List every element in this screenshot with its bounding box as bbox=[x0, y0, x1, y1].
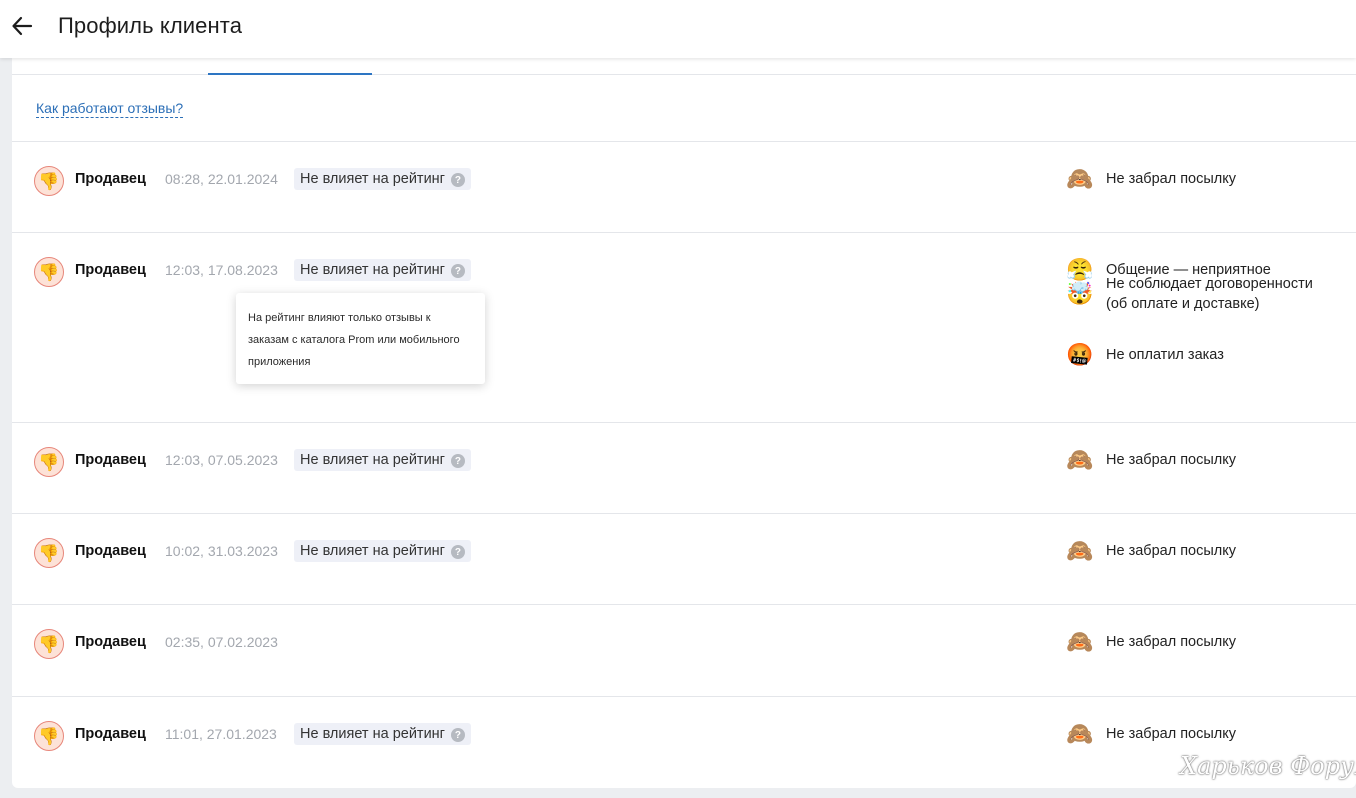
review-timestamp: 02:35, 07.02.2023 bbox=[165, 634, 278, 650]
see-no-evil-monkey-icon: 🙈 bbox=[1066, 447, 1094, 472]
app-header: Профиль клиента bbox=[0, 0, 1356, 58]
rating-status-label: Не влияет на рейтинг bbox=[300, 726, 445, 742]
question-mark-icon[interactable]: ? bbox=[450, 173, 465, 187]
see-no-evil-monkey-icon: 🙈 bbox=[1066, 538, 1094, 563]
question-mark-icon[interactable]: ? bbox=[450, 545, 465, 559]
review-timestamp: 11:01, 27.01.2023 bbox=[165, 726, 277, 742]
see-no-evil-monkey-icon: 🙈 bbox=[1066, 721, 1094, 746]
review-row: 👎 Продавец 10:02, 31.03.2023 Не влияет на р… bbox=[12, 514, 1356, 605]
tab-strip bbox=[12, 58, 1356, 75]
tab-active-indicator bbox=[208, 73, 372, 75]
question-mark-icon[interactable]: ? bbox=[450, 728, 465, 742]
review-author: Продавец bbox=[75, 543, 146, 559]
review-reason-text: Не забрал посылку bbox=[1106, 171, 1237, 187]
review-reason: 🤯 Не соблюдает договоренности (об оплате … bbox=[1066, 274, 1336, 314]
review-reason-text: Не соблюдает договоренности (об оплате и… bbox=[1106, 276, 1313, 312]
review-reason: 🤬 Не оплатил заказ bbox=[1066, 341, 1336, 369]
question-mark-icon[interactable]: ? bbox=[450, 454, 465, 468]
thumbs-down-icon: 👎 bbox=[34, 447, 64, 477]
rating-status-badge: Не влияет на рейтинг? bbox=[294, 723, 471, 745]
review-reason-text: Не забрал посылку bbox=[1106, 452, 1237, 468]
how-reviews-work-link[interactable]: Как работают отзывы? bbox=[36, 100, 184, 118]
thumbs-down-icon: 👎 bbox=[34, 629, 64, 659]
review-row: 👎 Продавец 11:01, 27.01.2023 Не влияет на р… bbox=[12, 697, 1356, 788]
review-reason-text: Не забрал посылку bbox=[1106, 543, 1237, 559]
question-mark-icon[interactable]: ? bbox=[450, 264, 465, 278]
review-row: 👎 Продавец 12:03, 17.08.2023 Не влияет на р… bbox=[12, 233, 1356, 423]
rating-status-label: Не влияет на рейтинг bbox=[300, 171, 445, 187]
review-author: Продавец bbox=[75, 634, 146, 650]
thumbs-down-icon: 👎 bbox=[34, 538, 64, 568]
back-button[interactable] bbox=[9, 13, 35, 39]
rating-tooltip: На рейтинг влияют только отзывы к заказа… bbox=[236, 293, 485, 384]
review-row: 👎 Продавец 12:03, 07.05.2023 Не влияет на р… bbox=[12, 423, 1356, 514]
see-no-evil-monkey-icon: 🙈 bbox=[1066, 629, 1094, 654]
review-row: 👎 Продавец 02:35, 07.02.2023 🙈 Не забрал пос… bbox=[12, 605, 1356, 697]
see-no-evil-monkey-icon: 🙈 bbox=[1066, 166, 1094, 191]
cursing-face-icon: 🤬 bbox=[1066, 342, 1094, 367]
rating-status-badge: Не влияет на рейтинг? bbox=[294, 259, 471, 281]
reviews-panel: Как работают отзывы? 👎 Продавец 08:28, 22.… bbox=[12, 58, 1356, 788]
review-author: Продавец bbox=[75, 452, 146, 468]
review-author: Продавец bbox=[75, 262, 146, 278]
review-reason-text: Не оплатил заказ bbox=[1106, 347, 1224, 363]
arrow-left-icon[interactable] bbox=[11, 15, 33, 37]
review-timestamp: 12:03, 07.05.2023 bbox=[165, 452, 278, 468]
review-author: Продавец bbox=[75, 726, 146, 742]
page-title: Профиль клиента bbox=[58, 13, 243, 38]
review-reason: 🙈 Не забрал посылку bbox=[1066, 628, 1336, 656]
rating-status-badge: Не влияет на рейтинг? bbox=[294, 449, 471, 471]
review-reason: 🙈 Не забрал посылку bbox=[1066, 720, 1336, 748]
exploding-head-icon: 🤯 bbox=[1066, 281, 1094, 306]
review-timestamp: 10:02, 31.03.2023 bbox=[165, 543, 278, 559]
review-row: 👎 Продавец 08:28, 22.01.2024 Не влияет на р… bbox=[12, 142, 1356, 233]
rating-status-label: Не влияет на рейтинг bbox=[300, 452, 445, 468]
review-reason: 🙈 Не забрал посылку bbox=[1066, 446, 1336, 474]
review-author: Продавец bbox=[75, 171, 146, 187]
rating-status-badge: Не влияет на рейтинг? bbox=[294, 168, 471, 190]
rating-status-badge: Не влияет на рейтинг? bbox=[294, 540, 471, 562]
thumbs-down-icon: 👎 bbox=[34, 166, 64, 196]
review-timestamp: 08:28, 22.01.2024 bbox=[165, 171, 278, 187]
review-reason-text: Не забрал посылку bbox=[1106, 726, 1237, 742]
thumbs-down-icon: 👎 bbox=[34, 257, 64, 287]
watermark-text: Харьков Форум bbox=[1180, 752, 1356, 780]
review-reason-text: Не забрал посылку bbox=[1106, 634, 1237, 650]
review-timestamp: 12:03, 17.08.2023 bbox=[165, 262, 278, 278]
rating-status-label: Не влияет на рейтинг bbox=[300, 543, 445, 559]
review-reason: 🙈 Не забрал посылку bbox=[1066, 537, 1336, 565]
review-reason: 🙈 Не забрал посылку bbox=[1066, 165, 1336, 193]
rating-status-label: Не влияет на рейтинг bbox=[300, 262, 445, 278]
thumbs-down-icon: 👎 bbox=[34, 721, 64, 751]
